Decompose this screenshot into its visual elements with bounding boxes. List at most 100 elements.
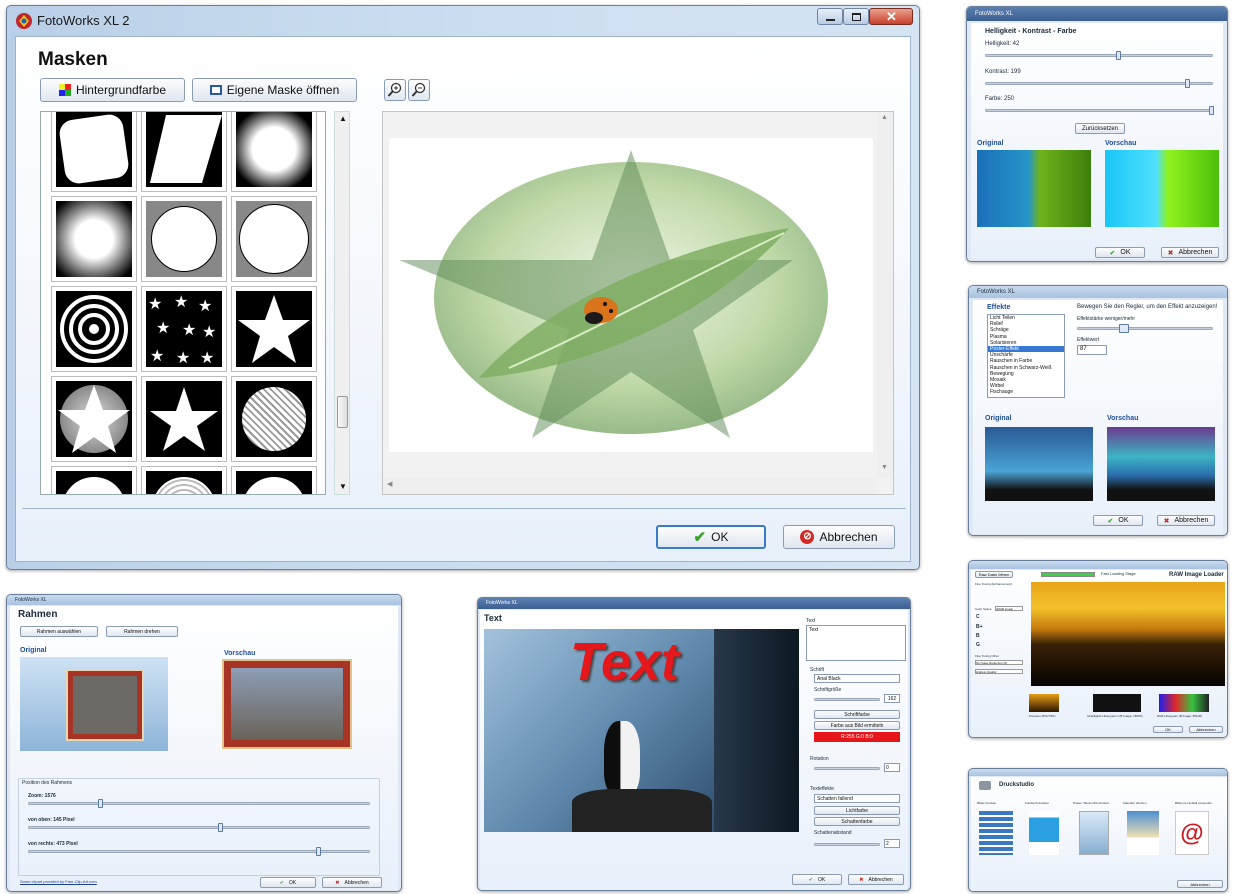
mask-rounded-square[interactable] (51, 112, 137, 192)
scroll-down-icon[interactable]: ▼ (881, 464, 888, 471)
shadow-distance-field[interactable]: 2 (884, 839, 900, 848)
ok-button[interactable]: ✔ OK (1095, 247, 1145, 258)
mask-star[interactable] (231, 286, 317, 372)
mask-many-stars[interactable]: ★ ★ ★ ★ ★ ★ ★ ★ ★ (141, 286, 227, 372)
size-field[interactable]: 162 (884, 694, 900, 703)
scroll-up-icon[interactable]: ▲ (339, 114, 347, 123)
font-color-button[interactable]: Schriftfarbe (814, 710, 900, 719)
reset-button[interactable]: Zurücksetzen (1075, 123, 1125, 134)
option-print-images[interactable]: Bilder drucken (977, 801, 996, 805)
clipart-credit[interactable]: Some clipart provided by Free-Clip-Art.c… (20, 879, 97, 884)
size-slider[interactable] (814, 698, 880, 701)
cancel-button[interactable]: Abbrechen (1177, 880, 1223, 888)
text-input[interactable]: Text (806, 625, 906, 661)
maximize-button[interactable] (843, 8, 869, 25)
scroll-left-icon[interactable]: ◀ (387, 480, 392, 488)
quality-select[interactable]: Highest Quality (975, 669, 1023, 674)
open-raw-button[interactable]: Raw Datei öffnen (975, 571, 1013, 578)
option-poster[interactable]: Poster / Bannerfolt drucken (1073, 801, 1109, 805)
original-label: Original (977, 140, 1004, 147)
gallery-scrollbar[interactable]: ▲ ▼ (334, 111, 350, 495)
mask-burst-1[interactable] (51, 466, 137, 494)
font-select[interactable]: Arial Black (814, 674, 900, 683)
color-slider[interactable] (985, 109, 1213, 112)
title-bar: FotoWorks XL (478, 598, 910, 609)
effect-strength-slider[interactable] (1077, 327, 1213, 330)
zoom-thumb[interactable] (98, 799, 103, 808)
zoom-in-icon (387, 82, 402, 97)
effect-list-item[interactable]: Fischauge (988, 389, 1064, 395)
ok-button[interactable]: OK (1153, 726, 1183, 733)
mask-spiral[interactable] (51, 286, 137, 372)
email-thumb[interactable]: @ (1175, 811, 1209, 855)
mask-blur-square[interactable] (51, 196, 137, 282)
open-mask-button[interactable]: Eigene Maske öffnen (192, 78, 357, 102)
cancel-button[interactable]: ✖ Abbrechen (322, 877, 382, 888)
mask-mosaic[interactable] (231, 376, 317, 462)
close-button[interactable]: ✕ (869, 8, 913, 25)
contrast-slider[interactable] (985, 82, 1213, 85)
shadow-select[interactable]: Schatten fallend (814, 794, 900, 803)
color-space-select[interactable]: sRGB Linear (995, 606, 1023, 611)
mask-parallelogram[interactable] (141, 112, 227, 192)
color-from-image-button[interactable]: Farbe aus Bild ermitteln (814, 721, 900, 730)
mask-soft-square[interactable] (231, 112, 317, 192)
option-email[interactable]: Bilder per E-Mail versenden (1175, 801, 1212, 805)
noise-select[interactable]: No Noise Reduction (0) (975, 660, 1023, 665)
status-text: Fast Loading Stage (1101, 571, 1136, 576)
calendar-thumb[interactable] (1127, 811, 1159, 855)
ok-button[interactable]: ✔ OK (260, 877, 316, 888)
ok-button[interactable]: ✔ OK (792, 874, 842, 885)
cancel-button[interactable]: ✖ Abbrechen (848, 874, 904, 885)
effect-value-field[interactable]: 87 (1077, 345, 1107, 355)
scroll-down-icon[interactable]: ▼ (339, 482, 347, 491)
mask-burst-2[interactable] (141, 466, 227, 494)
zoom-in-button[interactable] (384, 79, 406, 101)
scroll-up-icon[interactable]: ▲ (881, 114, 888, 121)
cancel-button[interactable]: ⊘ Abbrechen (783, 525, 895, 549)
cancel-button[interactable]: ✖ Abbrechen (1161, 247, 1219, 258)
photobook-thumb[interactable] (1029, 811, 1059, 855)
rotation-field[interactable]: 0 (884, 763, 900, 772)
ok-button[interactable]: ✔ OK (1093, 515, 1143, 526)
preview-label: Vorschau (224, 650, 256, 657)
mask-circle-gray[interactable] (141, 196, 227, 282)
mask-star-soft[interactable] (141, 376, 227, 462)
option-calendar[interactable]: Kalender drucken (1123, 801, 1147, 805)
zoom-out-button[interactable] (408, 79, 430, 101)
shadow-distance-slider[interactable] (814, 843, 880, 846)
rotation-slider[interactable] (814, 767, 880, 770)
cancel-button[interactable]: ✖ Abbrechen (1157, 515, 1215, 526)
minimize-button[interactable] (817, 8, 843, 25)
preview-vscroll[interactable]: ▲ ▼ (877, 112, 893, 478)
print-images-thumb[interactable] (979, 811, 1013, 855)
zoom-slider[interactable] (28, 802, 370, 805)
cancel-button[interactable]: Abbrechen (1189, 726, 1223, 733)
mask-burst-3[interactable] (231, 466, 317, 494)
checkmark-icon: ✔ (808, 876, 813, 883)
light-color-button[interactable]: Lichtfarbe (814, 806, 900, 815)
color-thumb[interactable] (1209, 106, 1214, 115)
brightness-thumb[interactable] (1116, 51, 1121, 60)
brightness-slider[interactable] (985, 54, 1213, 57)
option-photobook[interactable]: Fotobuch drucken (1025, 801, 1049, 805)
mask-circle[interactable] (231, 196, 317, 282)
shadow-color-button[interactable]: Schattenfarbe (814, 817, 900, 826)
title-bar (969, 769, 1227, 776)
effect-strength-thumb[interactable] (1119, 324, 1129, 333)
poster-thumb[interactable] (1079, 811, 1109, 855)
mask-star-gray[interactable] (51, 376, 137, 462)
top-thumb[interactable] (218, 823, 223, 832)
choose-frame-button[interactable]: Rahmen auswählen (20, 626, 98, 637)
ok-button[interactable]: ✔ OK (656, 525, 766, 549)
preview-hscroll[interactable]: ◀ (383, 478, 877, 494)
right-label: von rechts: 473 Pixel (28, 841, 78, 847)
top-slider[interactable] (28, 826, 370, 829)
effects-list[interactable]: Licht Teilen Relief Schräge Plasma Solarisie… (987, 314, 1065, 398)
contrast-thumb[interactable] (1185, 79, 1190, 88)
scroll-thumb[interactable] (337, 396, 348, 428)
background-color-button[interactable]: Hintergrundfarbe (40, 78, 185, 102)
svg-text:★: ★ (200, 350, 214, 367)
rotate-frame-button[interactable]: Rahmen drehen (106, 626, 178, 637)
right-thumb[interactable] (316, 847, 321, 856)
